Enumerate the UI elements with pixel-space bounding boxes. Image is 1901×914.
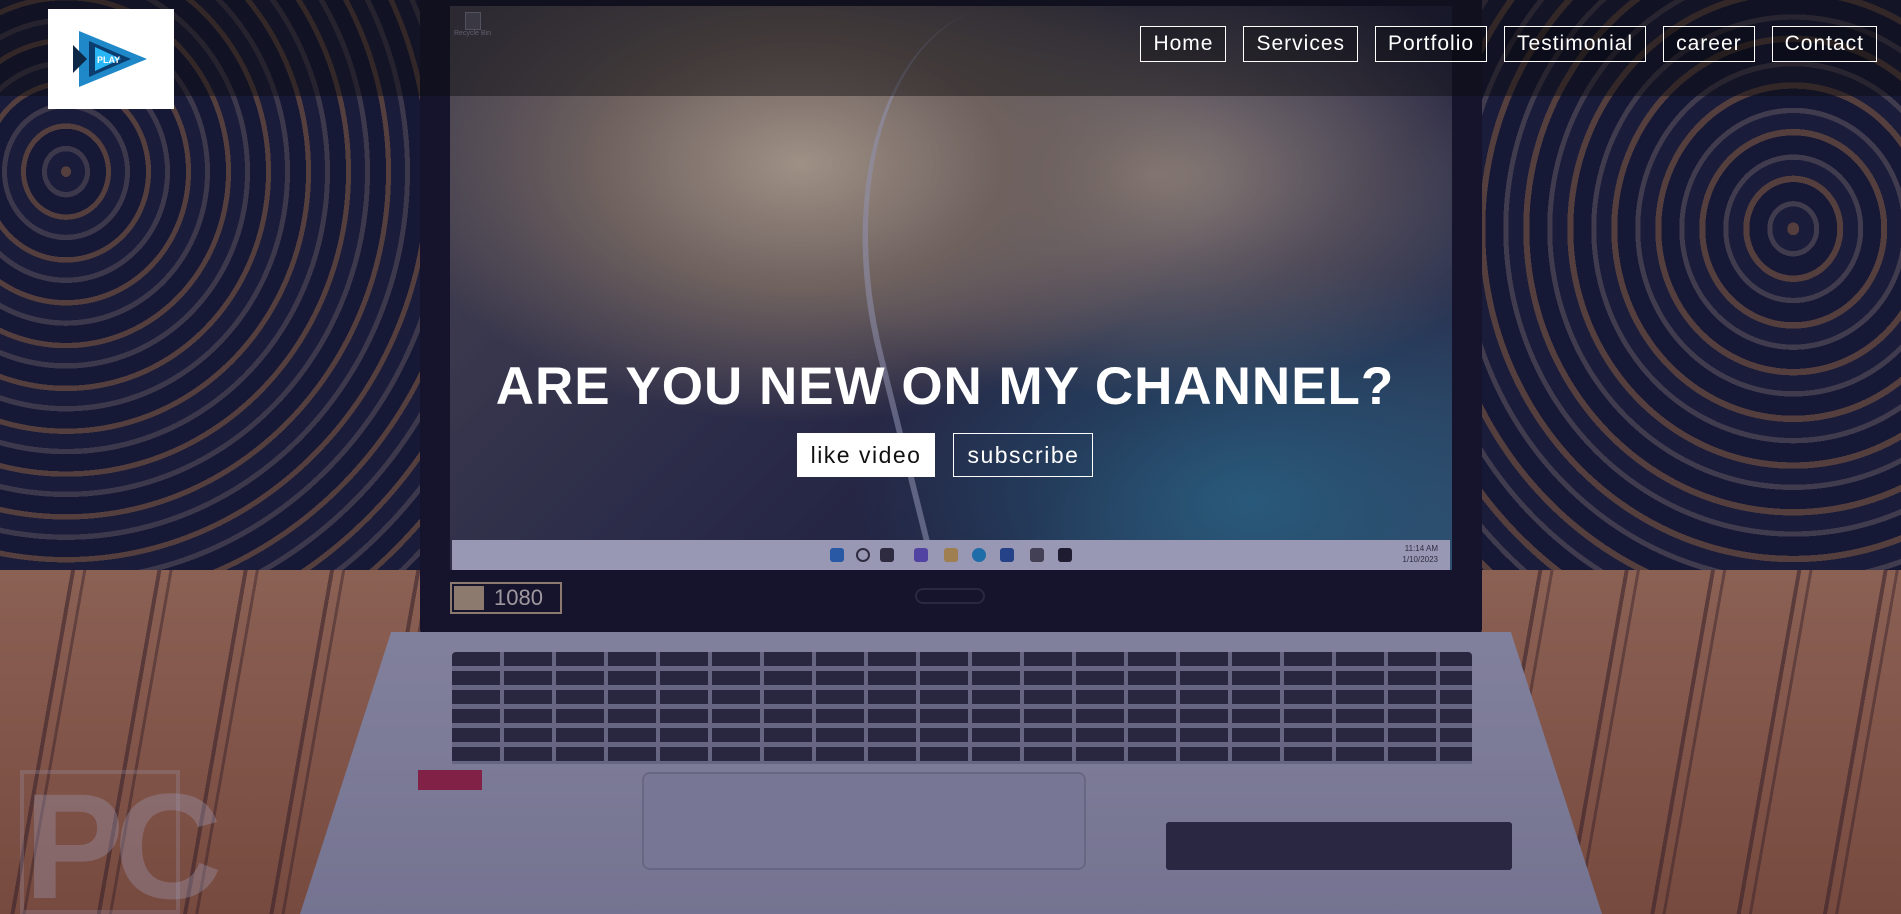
nav-home[interactable]: Home: [1140, 26, 1227, 62]
hero-buttons: like video subscribe: [0, 433, 1890, 477]
like-video-button[interactable]: like video: [796, 433, 936, 477]
nav-career[interactable]: career: [1663, 26, 1755, 62]
nav-services[interactable]: Services: [1243, 26, 1358, 62]
subscribe-button[interactable]: subscribe: [953, 433, 1094, 477]
hero-title: ARE YOU NEW ON MY CHANNEL?: [495, 357, 1395, 416]
nav-portfolio[interactable]: Portfolio: [1375, 26, 1488, 62]
hero-section: ARE YOU NEW ON MY CHANNEL? like video su…: [0, 355, 1890, 477]
main-nav: Home Services Portfolio Testimonial care…: [1140, 26, 1877, 62]
site-logo[interactable]: PLAY: [48, 9, 174, 109]
nav-testimonial[interactable]: Testimonial: [1504, 26, 1647, 62]
logo-text: PLAY: [97, 55, 120, 65]
play-logo-icon: PLAY: [73, 31, 147, 87]
site-header: PLAY Home Services Portfolio Testimonial…: [0, 0, 1901, 109]
nav-contact[interactable]: Contact: [1771, 26, 1877, 62]
